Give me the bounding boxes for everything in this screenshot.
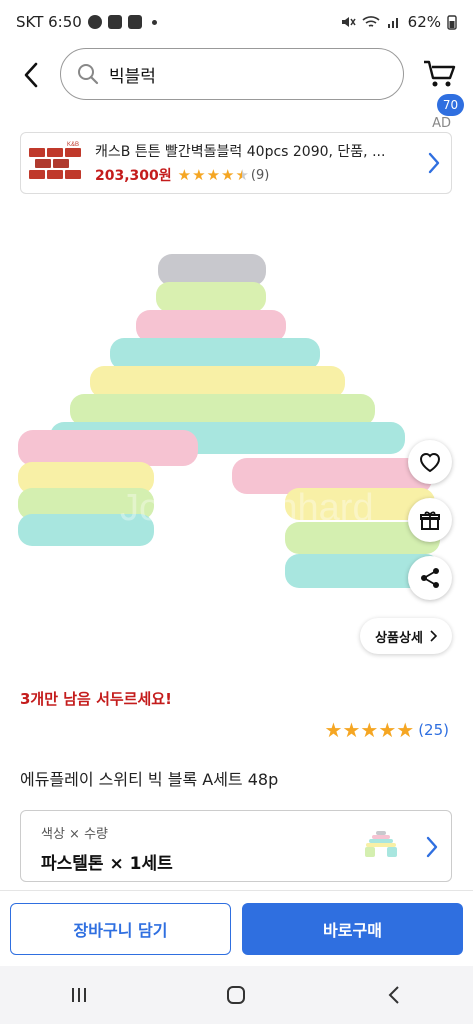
cart-button[interactable] — [420, 54, 464, 98]
search-icon — [78, 64, 99, 85]
product-detail-button[interactable]: 상품상세 — [360, 618, 452, 654]
star-icon: ★ — [360, 718, 379, 742]
share-button[interactable] — [408, 556, 452, 600]
talk-notification-icon — [87, 15, 102, 29]
star-icon: ★ — [342, 718, 361, 742]
ad-product-image: K&B — [25, 138, 85, 188]
search-bar[interactable] — [60, 48, 404, 100]
review-count[interactable]: (25) — [418, 721, 449, 739]
instagram-notification-icon — [107, 15, 122, 29]
status-carrier-time: SKT 6:50 — [16, 13, 82, 31]
star-icon: ★ — [378, 718, 397, 742]
product-detail-label: 상품상세 — [375, 630, 423, 646]
ad-banner[interactable]: K&B 캐스B 튼튼 빨간벽돌블럭 40pcs 2090, 단품, ... 20… — [20, 132, 452, 194]
nav-back-button[interactable] — [364, 975, 424, 1015]
option-thumbnail — [365, 831, 397, 857]
ad-review-count: (9) — [250, 167, 270, 183]
battery-level: 62% — [407, 13, 441, 31]
back-icon — [388, 986, 399, 1004]
gift-icon — [420, 511, 440, 530]
bottom-action-bar: 장바구니 담기 바로구매 — [0, 890, 473, 966]
wifi-icon — [362, 16, 380, 27]
ad-price: 203,300원 — [95, 168, 172, 184]
mute-icon — [341, 17, 356, 27]
ad-title: 캐스B 튼튼 빨간벽돌블럭 40pcs 2090, 단품, ... — [95, 144, 386, 160]
product-title: 에듀플레이 스위티 빅 블록 A세트 48p — [20, 770, 279, 789]
recent-apps-button[interactable] — [49, 975, 109, 1015]
star-icon: ★ — [324, 718, 343, 742]
home-button[interactable] — [206, 975, 266, 1015]
product-image-watermark: Joon Yoonhard — [120, 487, 374, 529]
cart-icon — [424, 60, 456, 87]
more-notifications-icon — [151, 19, 157, 25]
stock-urgency-text: 3개만 남음 서두르세요! — [20, 690, 172, 708]
gift-button[interactable] — [408, 498, 452, 542]
status-bar: SKT 6:50 62% — [0, 0, 473, 44]
share-icon — [421, 568, 439, 588]
buy-now-button[interactable]: 바로구매 — [242, 903, 463, 955]
ad-label: AD — [432, 116, 451, 131]
chevron-right-icon — [430, 630, 437, 642]
option-label: 색상 × 수량 — [41, 827, 108, 842]
cart-count-badge: 70 — [437, 94, 464, 116]
heart-icon — [419, 453, 441, 473]
option-value: 파스텔톤 × 1세트 — [41, 854, 173, 874]
star-icon: ★ — [396, 718, 415, 742]
option-chevron-right-icon — [425, 835, 439, 863]
option-selector[interactable]: 색상 × 수량 파스텔톤 × 1세트 — [20, 810, 452, 882]
battery-icon — [447, 15, 457, 30]
recent-apps-icon — [71, 988, 86, 1002]
home-icon — [227, 986, 246, 1004]
add-to-cart-button[interactable]: 장바구니 담기 — [10, 903, 231, 955]
signal-icon — [387, 18, 398, 28]
gallery-notification-icon — [127, 15, 142, 29]
product-rating[interactable]: ★ ★ ★ ★ ★ (25) — [325, 720, 449, 740]
svg-text:K&B: K&B — [67, 142, 79, 148]
ad-chevron-right-icon — [427, 151, 441, 179]
back-button[interactable] — [14, 58, 48, 92]
system-nav-bar — [0, 966, 473, 1024]
product-image: Joon Yoonhard — [18, 254, 440, 588]
ad-rating-stars: ★ ★ ★ ★ ★ — [177, 165, 249, 184]
header: 70 — [0, 44, 473, 116]
back-arrow-icon — [24, 62, 38, 88]
search-input[interactable] — [109, 64, 359, 84]
wishlist-button[interactable] — [408, 440, 452, 484]
